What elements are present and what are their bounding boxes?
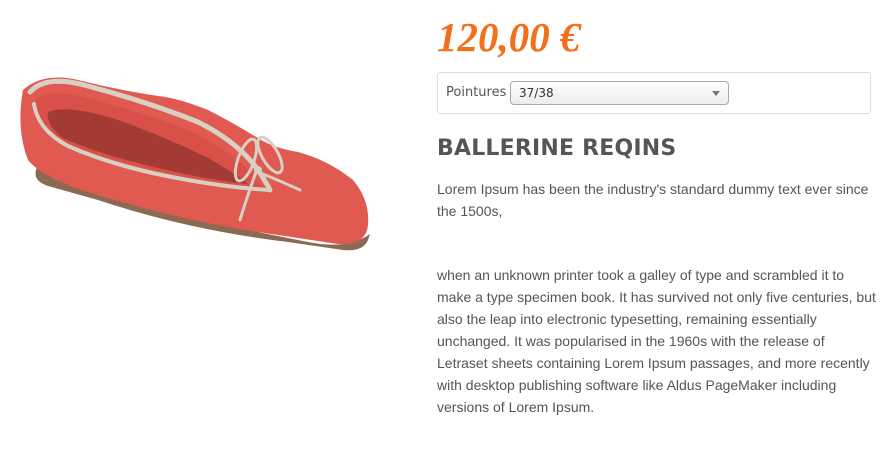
size-label: Pointures bbox=[446, 85, 507, 100]
size-selector-panel: Pointures 37/38 bbox=[437, 72, 871, 114]
product-price: 120,00 € bbox=[437, 14, 581, 60]
product-description-paragraph: Lorem Ipsum has been the industry's stan… bbox=[437, 181, 869, 219]
product-title: BALLERINE REQINS bbox=[437, 136, 677, 161]
product-description-paragraph: when an unknown printer took a galley of… bbox=[437, 267, 876, 415]
size-select-value: 37/38 bbox=[519, 86, 554, 100]
chevron-down-icon bbox=[712, 91, 720, 96]
product-image bbox=[20, 77, 371, 251]
size-select[interactable]: 37/38 bbox=[510, 81, 729, 105]
